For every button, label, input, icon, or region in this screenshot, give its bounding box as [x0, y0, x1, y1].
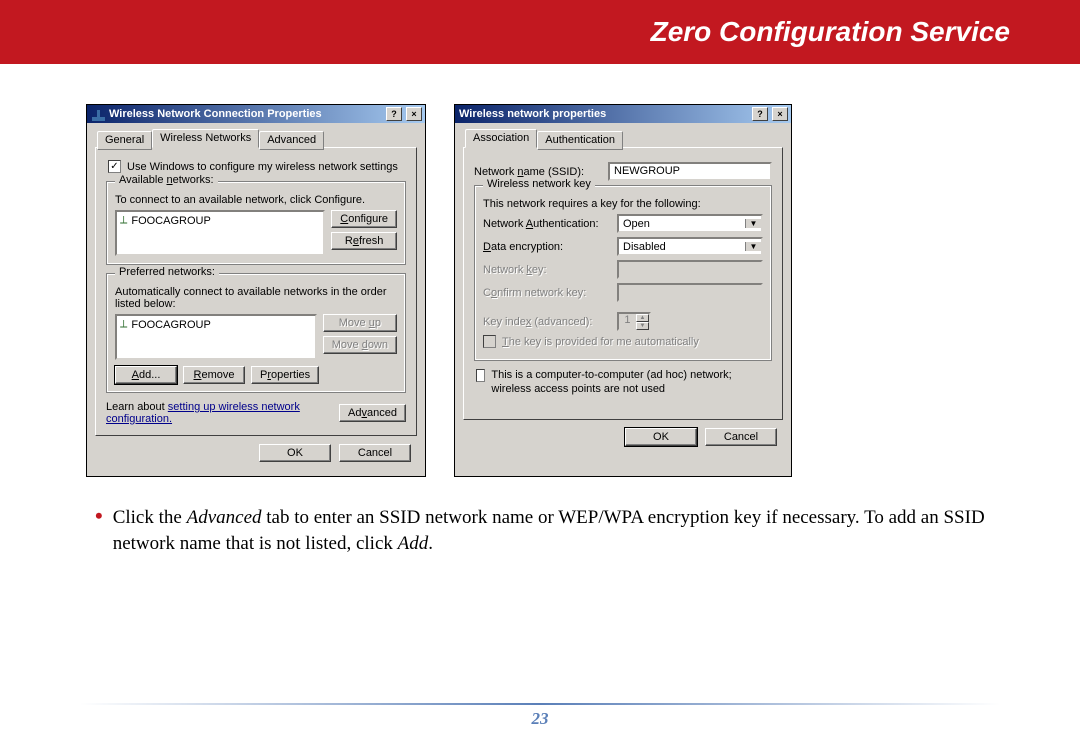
- auth-select[interactable]: Open ▼: [617, 214, 763, 233]
- move-down-button[interactable]: Move down: [323, 336, 397, 354]
- adhoc-checkbox[interactable]: [476, 369, 485, 382]
- antenna-icon: ⟂: [120, 214, 127, 227]
- ssid-label: Network name (SSID):: [474, 166, 600, 178]
- spin-up-icon: ▲: [636, 314, 649, 322]
- available-hint: To connect to an available network, clic…: [115, 194, 397, 206]
- tab-wireless-networks[interactable]: Wireless Networks: [152, 129, 259, 148]
- move-up-button[interactable]: Move up: [323, 314, 397, 332]
- dialog-connection-properties: Wireless Network Connection Properties ?…: [86, 104, 426, 477]
- use-windows-label: Use Windows to configure my wireless net…: [127, 161, 398, 173]
- network-name: FOOCAGROUP: [131, 215, 210, 227]
- instruction-text: • Click the Advanced tab to enter an SSI…: [0, 487, 1080, 556]
- bullet-icon: •: [95, 505, 103, 556]
- key-provided-label: The key is provided for me automatically: [502, 336, 699, 348]
- preferred-networks-label: Preferred networks:: [115, 266, 219, 278]
- ssid-input[interactable]: NEWGROUP: [608, 162, 772, 181]
- key-hint: This network requires a key for the foll…: [483, 198, 763, 210]
- tab-authentication[interactable]: Authentication: [537, 131, 623, 150]
- auth-label: Network Authentication:: [483, 218, 609, 230]
- cancel-button[interactable]: Cancel: [705, 428, 777, 446]
- configure-button[interactable]: Configure: [331, 210, 397, 228]
- key-index-label: Key index (advanced):: [483, 316, 609, 328]
- chevron-down-icon: ▼: [745, 219, 761, 228]
- help-button[interactable]: ?: [752, 107, 768, 121]
- network-key-input: [617, 260, 763, 279]
- cancel-button[interactable]: Cancel: [339, 444, 411, 462]
- tab-general[interactable]: General: [97, 131, 152, 150]
- page-footer: 23: [0, 703, 1080, 729]
- dialog-title: Wireless network properties: [459, 108, 748, 120]
- tab-advanced[interactable]: Advanced: [259, 131, 324, 150]
- dialog-wireless-network-properties: Wireless network properties ? × Associat…: [454, 104, 792, 477]
- confirm-key-input: [617, 283, 763, 302]
- close-button[interactable]: ×: [406, 107, 422, 121]
- available-networks-label: Available networks:: [115, 174, 218, 186]
- key-provided-checkbox: [483, 335, 496, 348]
- ok-button[interactable]: OK: [259, 444, 331, 462]
- chevron-down-icon: ▼: [745, 242, 761, 251]
- refresh-button[interactable]: Refresh: [331, 232, 397, 250]
- network-name: FOOCAGROUP: [131, 319, 210, 331]
- wireless-icon: [91, 107, 105, 121]
- titlebar: Wireless network properties ? ×: [455, 105, 791, 123]
- titlebar: Wireless Network Connection Properties ?…: [87, 105, 425, 123]
- page-number: 23: [0, 709, 1080, 729]
- key-index-spinner: 1 ▲▼: [617, 312, 651, 331]
- add-button[interactable]: Add...: [115, 366, 177, 384]
- advanced-button[interactable]: Advanced: [339, 404, 406, 422]
- network-key-label: Network key:: [483, 264, 609, 276]
- available-listbox[interactable]: ⟂ FOOCAGROUP: [115, 210, 325, 256]
- encryption-select[interactable]: Disabled ▼: [617, 237, 763, 256]
- preferred-listbox[interactable]: ⟂ FOOCAGROUP: [115, 314, 317, 360]
- dialog-title: Wireless Network Connection Properties: [109, 108, 382, 120]
- ok-button[interactable]: OK: [625, 428, 697, 446]
- encryption-label: Data encryption:: [483, 241, 609, 253]
- footer-divider: [80, 703, 1000, 705]
- antenna-icon: ⟂: [120, 318, 127, 331]
- help-button[interactable]: ?: [386, 107, 402, 121]
- header-title: Zero Configuration Service: [651, 16, 1010, 48]
- tab-association[interactable]: Association: [465, 129, 537, 148]
- preferred-hint: Automatically connect to available netwo…: [115, 286, 397, 310]
- adhoc-label: This is a computer-to-computer (ad hoc) …: [491, 369, 772, 397]
- learn-about-text: Learn about setting up wireless network …: [106, 401, 339, 425]
- close-button[interactable]: ×: [772, 107, 788, 121]
- remove-button[interactable]: Remove: [183, 366, 245, 384]
- page-header: Zero Configuration Service: [0, 0, 1080, 64]
- spin-down-icon: ▼: [636, 322, 649, 330]
- list-item[interactable]: ⟂ FOOCAGROUP: [120, 318, 312, 331]
- tab-row: General Wireless Networks Advanced: [97, 129, 417, 148]
- list-item[interactable]: ⟂ FOOCAGROUP: [120, 214, 320, 227]
- confirm-key-label: Confirm network key:: [483, 287, 609, 299]
- wireless-key-group: Wireless network key: [483, 178, 595, 190]
- properties-button[interactable]: Properties: [251, 366, 319, 384]
- use-windows-checkbox[interactable]: ✓: [108, 160, 121, 173]
